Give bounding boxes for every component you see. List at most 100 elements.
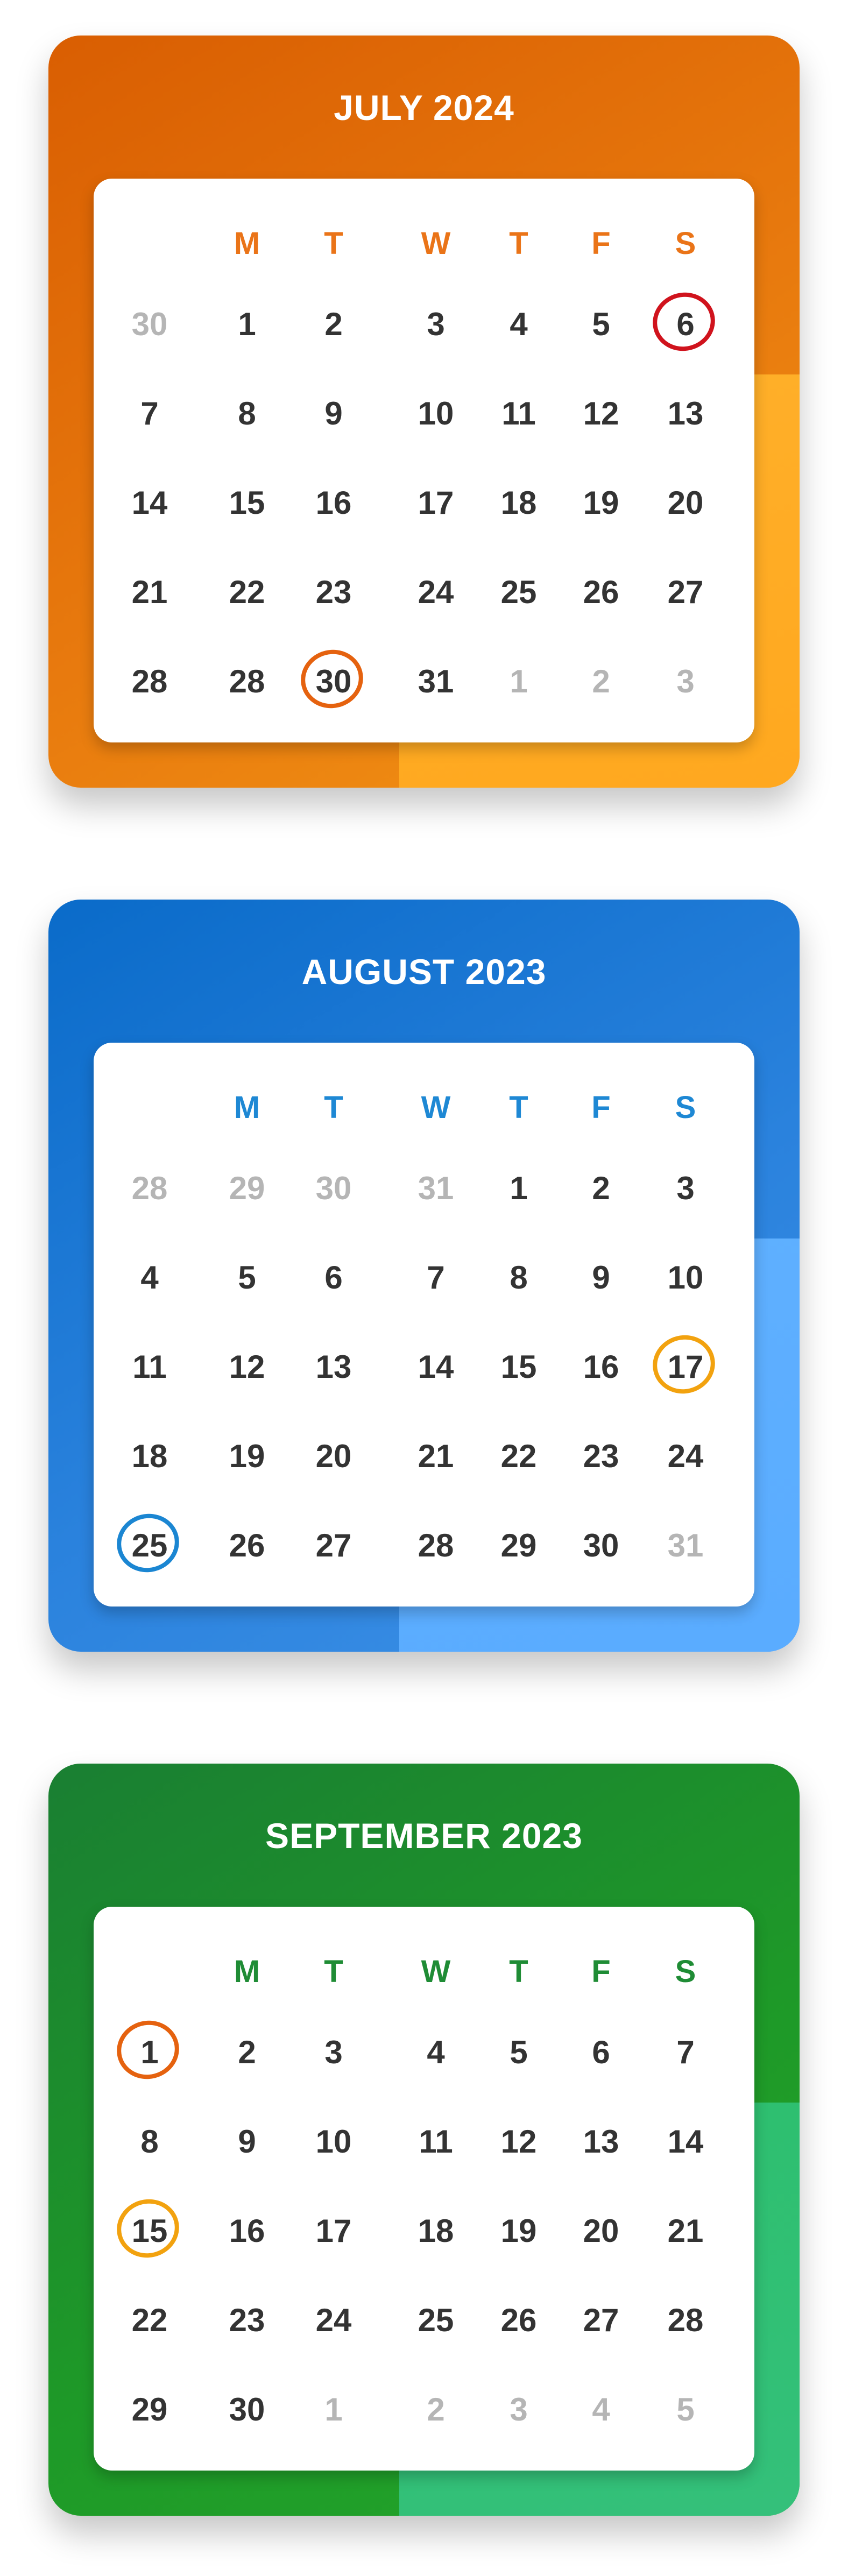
day-cell[interactable]: 27	[653, 565, 718, 619]
day-cell[interactable]: 5	[569, 297, 633, 351]
day-cell[interactable]: 8	[215, 386, 279, 440]
circled-day-cell[interactable]: 6	[653, 297, 718, 351]
day-cell[interactable]: 16	[569, 1340, 633, 1393]
day-cell[interactable]: 3	[486, 2382, 551, 2436]
day-cell[interactable]: 4	[486, 297, 551, 351]
day-cell[interactable]: 30	[569, 1518, 633, 1572]
day-cell[interactable]: 23	[301, 565, 366, 619]
day-cell[interactable]: 29	[486, 1518, 551, 1572]
day-cell[interactable]: 1	[215, 297, 279, 351]
day-cell[interactable]: 7	[117, 386, 182, 440]
day-cell[interactable]: 1	[486, 1161, 551, 1215]
circled-day-cell[interactable]: 17	[653, 1340, 718, 1393]
day-cell[interactable]: 17	[404, 476, 468, 529]
day-cell[interactable]: 5	[653, 2382, 718, 2436]
day-cell[interactable]: 4	[117, 1250, 182, 1304]
day-cell[interactable]: 29	[215, 1161, 279, 1215]
circled-day-cell[interactable]: 1	[117, 2025, 182, 2079]
day-cell[interactable]: 19	[215, 1429, 279, 1483]
day-cell[interactable]: 15	[486, 1340, 551, 1393]
day-cell[interactable]: 30	[117, 297, 182, 351]
day-cell[interactable]: 7	[404, 1250, 468, 1304]
day-cell[interactable]: 28	[215, 654, 279, 708]
day-cell[interactable]: 6	[569, 2025, 633, 2079]
day-cell[interactable]: 13	[653, 386, 718, 440]
day-cell[interactable]: 20	[653, 476, 718, 529]
day-cell[interactable]: 28	[404, 1518, 468, 1572]
day-cell[interactable]: 12	[486, 2114, 551, 2168]
day-cell[interactable]: 4	[404, 2025, 468, 2079]
day-cell[interactable]: 12	[215, 1340, 279, 1393]
day-cell[interactable]: 30	[301, 1161, 366, 1215]
circled-day-cell[interactable]: 15	[117, 2204, 182, 2257]
day-cell[interactable]: 20	[569, 2204, 633, 2257]
day-cell[interactable]: 19	[569, 476, 633, 529]
day-cell[interactable]: 31	[404, 654, 468, 708]
day-cell[interactable]: 24	[653, 1429, 718, 1483]
day-cell[interactable]: 27	[301, 1518, 366, 1572]
day-cell[interactable]: 23	[215, 2293, 279, 2347]
day-cell[interactable]: 11	[117, 1340, 182, 1393]
day-cell[interactable]: 25	[486, 565, 551, 619]
day-cell[interactable]: 15	[215, 476, 279, 529]
day-cell[interactable]: 31	[653, 1518, 718, 1572]
day-cell[interactable]: 3	[653, 1161, 718, 1215]
day-cell[interactable]: 4	[569, 2382, 633, 2436]
day-cell[interactable]: 1	[486, 654, 551, 708]
day-cell[interactable]: 16	[301, 476, 366, 529]
day-cell[interactable]: 19	[486, 2204, 551, 2257]
day-cell[interactable]: 9	[569, 1250, 633, 1304]
day-cell[interactable]: 28	[117, 654, 182, 708]
day-cell[interactable]: 11	[486, 386, 551, 440]
day-cell[interactable]: 24	[301, 2293, 366, 2347]
day-cell[interactable]: 30	[215, 2382, 279, 2436]
day-cell[interactable]: 2	[404, 2382, 468, 2436]
day-cell[interactable]: 10	[653, 1250, 718, 1304]
day-cell[interactable]: 12	[569, 386, 633, 440]
day-cell[interactable]: 10	[404, 386, 468, 440]
day-cell[interactable]: 21	[117, 565, 182, 619]
day-cell[interactable]: 26	[569, 565, 633, 619]
day-cell[interactable]: 13	[301, 1340, 366, 1393]
day-cell[interactable]: 26	[215, 1518, 279, 1572]
day-cell[interactable]: 17	[301, 2204, 366, 2257]
day-cell[interactable]: 5	[486, 2025, 551, 2079]
day-cell[interactable]: 3	[404, 297, 468, 351]
day-cell[interactable]: 21	[404, 1429, 468, 1483]
day-cell[interactable]: 28	[117, 1161, 182, 1215]
day-cell[interactable]: 18	[117, 1429, 182, 1483]
day-cell[interactable]: 24	[404, 565, 468, 619]
day-cell[interactable]: 14	[653, 2114, 718, 2168]
day-cell[interactable]: 31	[404, 1161, 468, 1215]
day-cell[interactable]: 2	[215, 2025, 279, 2079]
day-cell[interactable]: 26	[486, 2293, 551, 2347]
day-cell[interactable]: 18	[404, 2204, 468, 2257]
day-cell[interactable]: 11	[404, 2114, 468, 2168]
day-cell[interactable]: 14	[404, 1340, 468, 1393]
day-cell[interactable]: 22	[486, 1429, 551, 1483]
day-cell[interactable]: 23	[569, 1429, 633, 1483]
day-cell[interactable]: 29	[117, 2382, 182, 2436]
day-cell[interactable]: 7	[653, 2025, 718, 2079]
day-cell[interactable]: 14	[117, 476, 182, 529]
day-cell[interactable]: 18	[486, 476, 551, 529]
day-cell[interactable]: 8	[117, 2114, 182, 2168]
circled-day-cell[interactable]: 25	[117, 1518, 182, 1572]
day-cell[interactable]: 5	[215, 1250, 279, 1304]
circled-day-cell[interactable]: 30	[301, 654, 366, 708]
day-cell[interactable]: 1	[301, 2382, 366, 2436]
day-cell[interactable]: 9	[301, 386, 366, 440]
day-cell[interactable]: 8	[486, 1250, 551, 1304]
day-cell[interactable]: 22	[215, 565, 279, 619]
day-cell[interactable]: 3	[301, 2025, 366, 2079]
day-cell[interactable]: 6	[301, 1250, 366, 1304]
day-cell[interactable]: 20	[301, 1429, 366, 1483]
day-cell[interactable]: 27	[569, 2293, 633, 2347]
day-cell[interactable]: 2	[569, 1161, 633, 1215]
day-cell[interactable]: 28	[653, 2293, 718, 2347]
day-cell[interactable]: 9	[215, 2114, 279, 2168]
day-cell[interactable]: 13	[569, 2114, 633, 2168]
day-cell[interactable]: 3	[653, 654, 718, 708]
day-cell[interactable]: 16	[215, 2204, 279, 2257]
day-cell[interactable]: 21	[653, 2204, 718, 2257]
